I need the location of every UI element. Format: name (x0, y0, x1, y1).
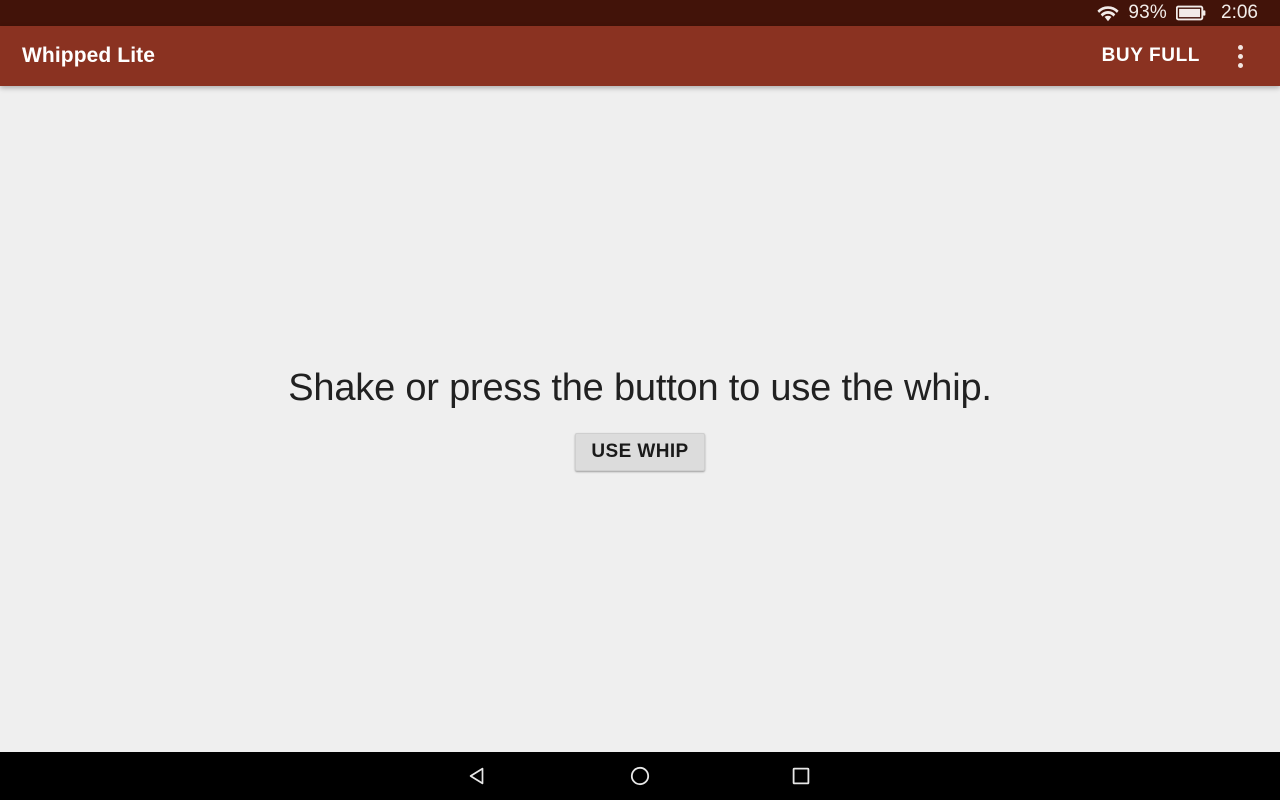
app-bar: Whipped Lite BUY FULL (0, 26, 1280, 86)
status-bar-right-cluster: 93% 2:06 (1097, 0, 1258, 26)
status-bar-clock: 2:06 (1221, 2, 1258, 23)
battery-icon (1176, 5, 1206, 21)
nav-back-icon[interactable] (442, 752, 514, 800)
battery-percent-label: 93% (1128, 2, 1168, 23)
overflow-dot (1237, 44, 1243, 50)
use-whip-button[interactable]: USE WHIP (575, 432, 705, 471)
nav-recents-icon[interactable] (765, 752, 837, 800)
status-bar: 93% 2:06 (0, 0, 1280, 26)
device-screen: 93% 2:06 Whipped Lite BUY FULL Shake or … (0, 0, 1280, 800)
overflow-menu-icon[interactable] (1218, 32, 1262, 80)
app-title: Whipped Lite (22, 44, 156, 67)
content-center-stack: Shake or press the button to use the whi… (0, 367, 1280, 471)
nav-home-icon[interactable] (604, 752, 676, 800)
app-bar-actions: BUY FULL (1088, 32, 1262, 80)
buy-full-button[interactable]: BUY FULL (1088, 35, 1214, 77)
navigation-bar (0, 752, 1280, 800)
overflow-dot (1237, 53, 1243, 59)
wifi-icon (1097, 5, 1119, 22)
instruction-text: Shake or press the button to use the whi… (288, 367, 992, 409)
overflow-dot (1237, 62, 1243, 68)
main-content: Shake or press the button to use the whi… (0, 86, 1280, 752)
